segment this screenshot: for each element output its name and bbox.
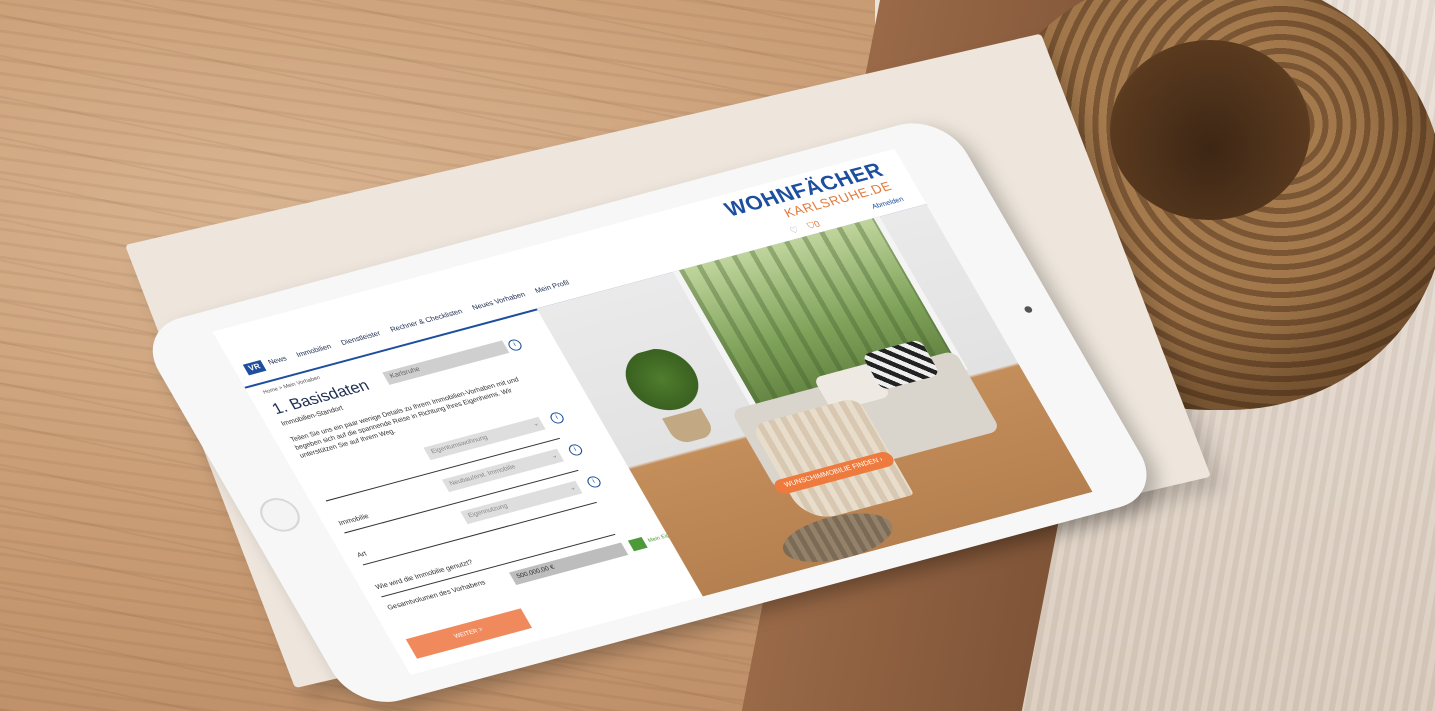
cart-count: 0	[811, 218, 822, 230]
chevron-down-icon: ⌄	[568, 484, 578, 493]
nav-item-immobilien[interactable]: Immobilien	[294, 342, 332, 359]
info-icon[interactable]: i	[506, 338, 524, 352]
logout-link[interactable]: Abmelden	[871, 196, 905, 210]
kind-value: Eigennutzung	[466, 502, 510, 520]
nav-item-mein-profil[interactable]: Mein Profil	[533, 278, 571, 295]
checkbox-icon	[627, 536, 648, 552]
property-value: Neubau/erst. Immobilie	[448, 463, 518, 488]
main-nav: News Immobilien Dienstleister Rechner & …	[266, 278, 571, 366]
nav-item-news[interactable]: News	[266, 354, 288, 367]
chevron-down-icon: ⌄	[549, 452, 560, 461]
basket-opening	[1110, 40, 1310, 220]
cart-icon[interactable]: ⛉0	[805, 219, 822, 232]
location-input[interactable]: Karlsruhe	[382, 340, 510, 385]
nav-item-neues-vorhaben[interactable]: Neues Vorhaben	[470, 290, 527, 312]
chevron-down-icon: ⌄	[531, 420, 541, 429]
nav-item-dienstleister[interactable]: Dienstleister	[339, 329, 382, 347]
kind-label: Art	[356, 550, 369, 560]
photo-scene: VR News Immobilien Dienstleister Rechner…	[0, 0, 1435, 711]
next-button[interactable]: WEITER >	[405, 608, 533, 659]
property-type-value: Eigentumswohnung	[429, 434, 490, 456]
bank-logo-icon[interactable]: VR	[242, 360, 267, 376]
nav-item-rechner[interactable]: Rechner & Checklisten	[388, 307, 464, 334]
camera-icon	[1023, 305, 1034, 314]
home-button[interactable]	[253, 494, 307, 536]
property-label: Immobilie	[337, 513, 371, 528]
heart-icon[interactable]: ♡	[788, 225, 802, 237]
